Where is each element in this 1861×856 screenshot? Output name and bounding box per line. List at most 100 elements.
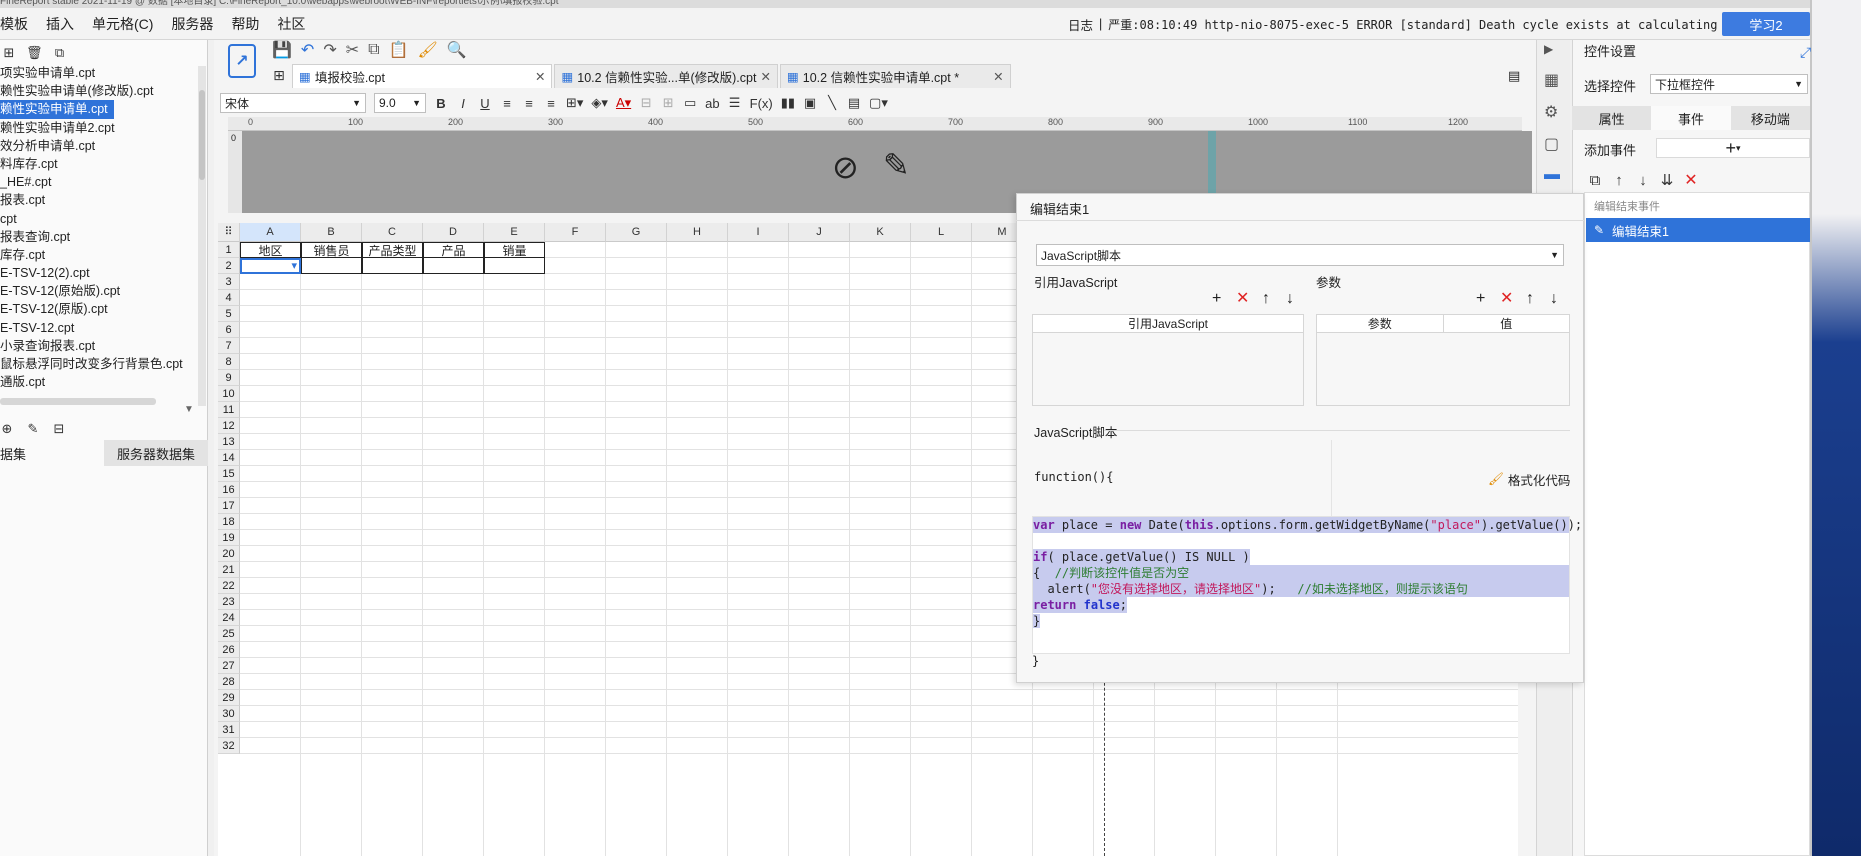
file-item[interactable]: 鼠标悬浮同时改变多行背景色.cpt	[0, 355, 196, 373]
row-header[interactable]: 6	[218, 322, 240, 338]
row-header[interactable]: 28	[218, 674, 240, 690]
header-cell[interactable]: 产品	[423, 242, 484, 258]
row-header[interactable]: 9	[218, 370, 240, 386]
tab-properties[interactable]: 属性	[1572, 106, 1652, 130]
move-param-up-icon[interactable]: ↑	[1526, 290, 1534, 308]
tab-server-dataset[interactable]: 服务器数据集	[104, 440, 208, 466]
dropdown-widget-icon[interactable]: ▾	[291, 257, 297, 276]
file-list-hscrollbar[interactable]	[0, 398, 156, 405]
align-right-icon[interactable]: ≡	[544, 96, 558, 111]
menu-template[interactable]: 模板	[0, 14, 46, 34]
row-header[interactable]: 18	[218, 514, 240, 530]
data-cell[interactable]	[301, 258, 362, 274]
menu-server[interactable]: 服务器	[171, 14, 231, 34]
row-header[interactable]: 25	[218, 626, 240, 642]
file-item[interactable]: 小录查询报表.cpt	[0, 337, 196, 355]
menu-cell[interactable]: 单元格(C)	[92, 14, 171, 34]
paste-icon[interactable]: 📋	[389, 40, 409, 60]
column-header[interactable]: H	[667, 223, 728, 242]
add-ref-icon[interactable]: +	[1212, 290, 1221, 308]
file-item[interactable]: 赖性实验申请单2.cpt	[0, 119, 196, 137]
row-header[interactable]: 4	[218, 290, 240, 306]
column-header[interactable]: G	[606, 223, 667, 242]
file-item[interactable]: 项实验申请单.cpt	[0, 64, 196, 82]
data-cell[interactable]	[484, 258, 545, 274]
hyperlink-icon[interactable]: ▢	[1544, 134, 1562, 153]
row-header[interactable]: 22	[218, 578, 240, 594]
row-header[interactable]: 1	[218, 242, 240, 258]
row-header[interactable]: 32	[218, 738, 240, 754]
cell-attributes-icon[interactable]: ▦	[1544, 70, 1562, 89]
align-left-icon[interactable]: ≡	[500, 96, 514, 111]
column-header[interactable]: L	[911, 223, 972, 242]
collapse-arrow-icon[interactable]: ▼	[184, 404, 194, 415]
tab-mobile[interactable]: 移动端	[1730, 106, 1810, 130]
tab-document-2[interactable]: ▦ 10.2 信赖性实验...单(修改版).cpt ✕	[554, 64, 778, 88]
row-header[interactable]: 17	[218, 498, 240, 514]
widget-type-select[interactable]: 下拉框控件 ▼	[1650, 74, 1808, 94]
header-cell[interactable]: 地区	[240, 242, 301, 258]
grid-icon[interactable]: ⊞	[272, 67, 286, 84]
row-header[interactable]: 7	[218, 338, 240, 354]
bold-icon[interactable]: B	[434, 96, 448, 111]
align-center-icon[interactable]: ≡	[522, 96, 536, 111]
font-size-select[interactable]: 9.0 ▼	[374, 93, 426, 113]
redo-icon[interactable]: ↷	[323, 40, 336, 60]
row-header[interactable]: 31	[218, 722, 240, 738]
script-type-select[interactable]: JavaScript脚本 ▼	[1036, 244, 1564, 266]
row-header[interactable]: 29	[218, 690, 240, 706]
app-logo-icon[interactable]: ↗	[228, 44, 256, 78]
delete-ref-icon[interactable]: ✕	[1236, 290, 1249, 308]
move-param-down-icon[interactable]: ↓	[1550, 290, 1558, 308]
save-icon[interactable]: 💾	[272, 40, 292, 60]
close-icon[interactable]: ✕	[993, 69, 1003, 84]
select-all-corner[interactable]: ⠿	[218, 223, 240, 242]
widget-settings-icon[interactable]: ▬	[1544, 166, 1562, 184]
file-item[interactable]: E-TSV-12(原版).cpt	[0, 300, 196, 318]
file-item[interactable]: 效分析申请单.cpt	[0, 137, 196, 155]
code-editor[interactable]: var place = new Date(this.options.form.g…	[1032, 516, 1582, 654]
image-icon[interactable]: ▣	[803, 95, 817, 111]
column-header[interactable]: A	[240, 223, 301, 242]
event-item-selected[interactable]: ✎ 编辑结束1	[1586, 218, 1810, 242]
arrow-up-icon[interactable]: ↑	[1612, 172, 1626, 189]
move-ref-down-icon[interactable]: ↓	[1286, 290, 1294, 308]
file-item[interactable]: E-TSV-12(原始版).cpt	[0, 282, 196, 300]
file-item[interactable]: E-TSV-12.cpt	[0, 319, 196, 337]
tab-events[interactable]: 事件	[1651, 106, 1731, 130]
log-bar[interactable]: 日志 | 严重:08:10:49 http-nio-8075-exec-5 ER…	[1068, 8, 1720, 40]
column-header[interactable]: B	[301, 223, 362, 242]
preview-icon[interactable]: ⊟	[52, 421, 66, 437]
learn-button[interactable]: 学习2	[1722, 12, 1810, 36]
file-item[interactable]: 库存.cpt	[0, 246, 196, 264]
row-header[interactable]: 13	[218, 434, 240, 450]
row-header[interactable]: 23	[218, 594, 240, 610]
file-item-selected[interactable]: 赖性实验申请单.cpt	[0, 100, 114, 119]
row-header[interactable]: 8	[218, 354, 240, 370]
file-item[interactable]: cpt	[0, 210, 196, 228]
file-item[interactable]: _HE#.cpt	[0, 173, 196, 191]
border-icon[interactable]: ⊞▾	[566, 95, 583, 111]
arrow-down-icon[interactable]: ↓	[1636, 172, 1650, 189]
text-icon[interactable]: ab	[705, 96, 719, 111]
row-header[interactable]: 24	[218, 610, 240, 626]
close-icon[interactable]: ✕	[535, 69, 545, 84]
format-code-button[interactable]: 🖌 格式化代码	[1488, 470, 1570, 489]
undo-icon[interactable]: ↶	[301, 40, 314, 60]
row-header[interactable]: 21	[218, 562, 240, 578]
file-item[interactable]: 报表查询.cpt	[0, 228, 196, 246]
header-cell[interactable]: 销量	[484, 242, 545, 258]
delete-icon[interactable]: ✕	[1684, 170, 1698, 190]
row-header[interactable]: 20	[218, 546, 240, 562]
row-header[interactable]: 30	[218, 706, 240, 722]
column-header[interactable]: F	[545, 223, 606, 242]
header-cell[interactable]: 销售员	[301, 242, 362, 258]
font-family-select[interactable]: 宋体 ▼	[220, 93, 366, 113]
column-header[interactable]: J	[789, 223, 850, 242]
slash-icon[interactable]: ╲	[825, 95, 839, 111]
delete-icon[interactable]: 🗑	[26, 45, 43, 61]
insert-row-icon[interactable]: ▭	[683, 95, 697, 111]
header-cell[interactable]: 产品类型	[362, 242, 423, 258]
tab-document-1[interactable]: ▦ 填报校验.cpt ✕	[292, 64, 553, 88]
row-header[interactable]: 5	[218, 306, 240, 322]
